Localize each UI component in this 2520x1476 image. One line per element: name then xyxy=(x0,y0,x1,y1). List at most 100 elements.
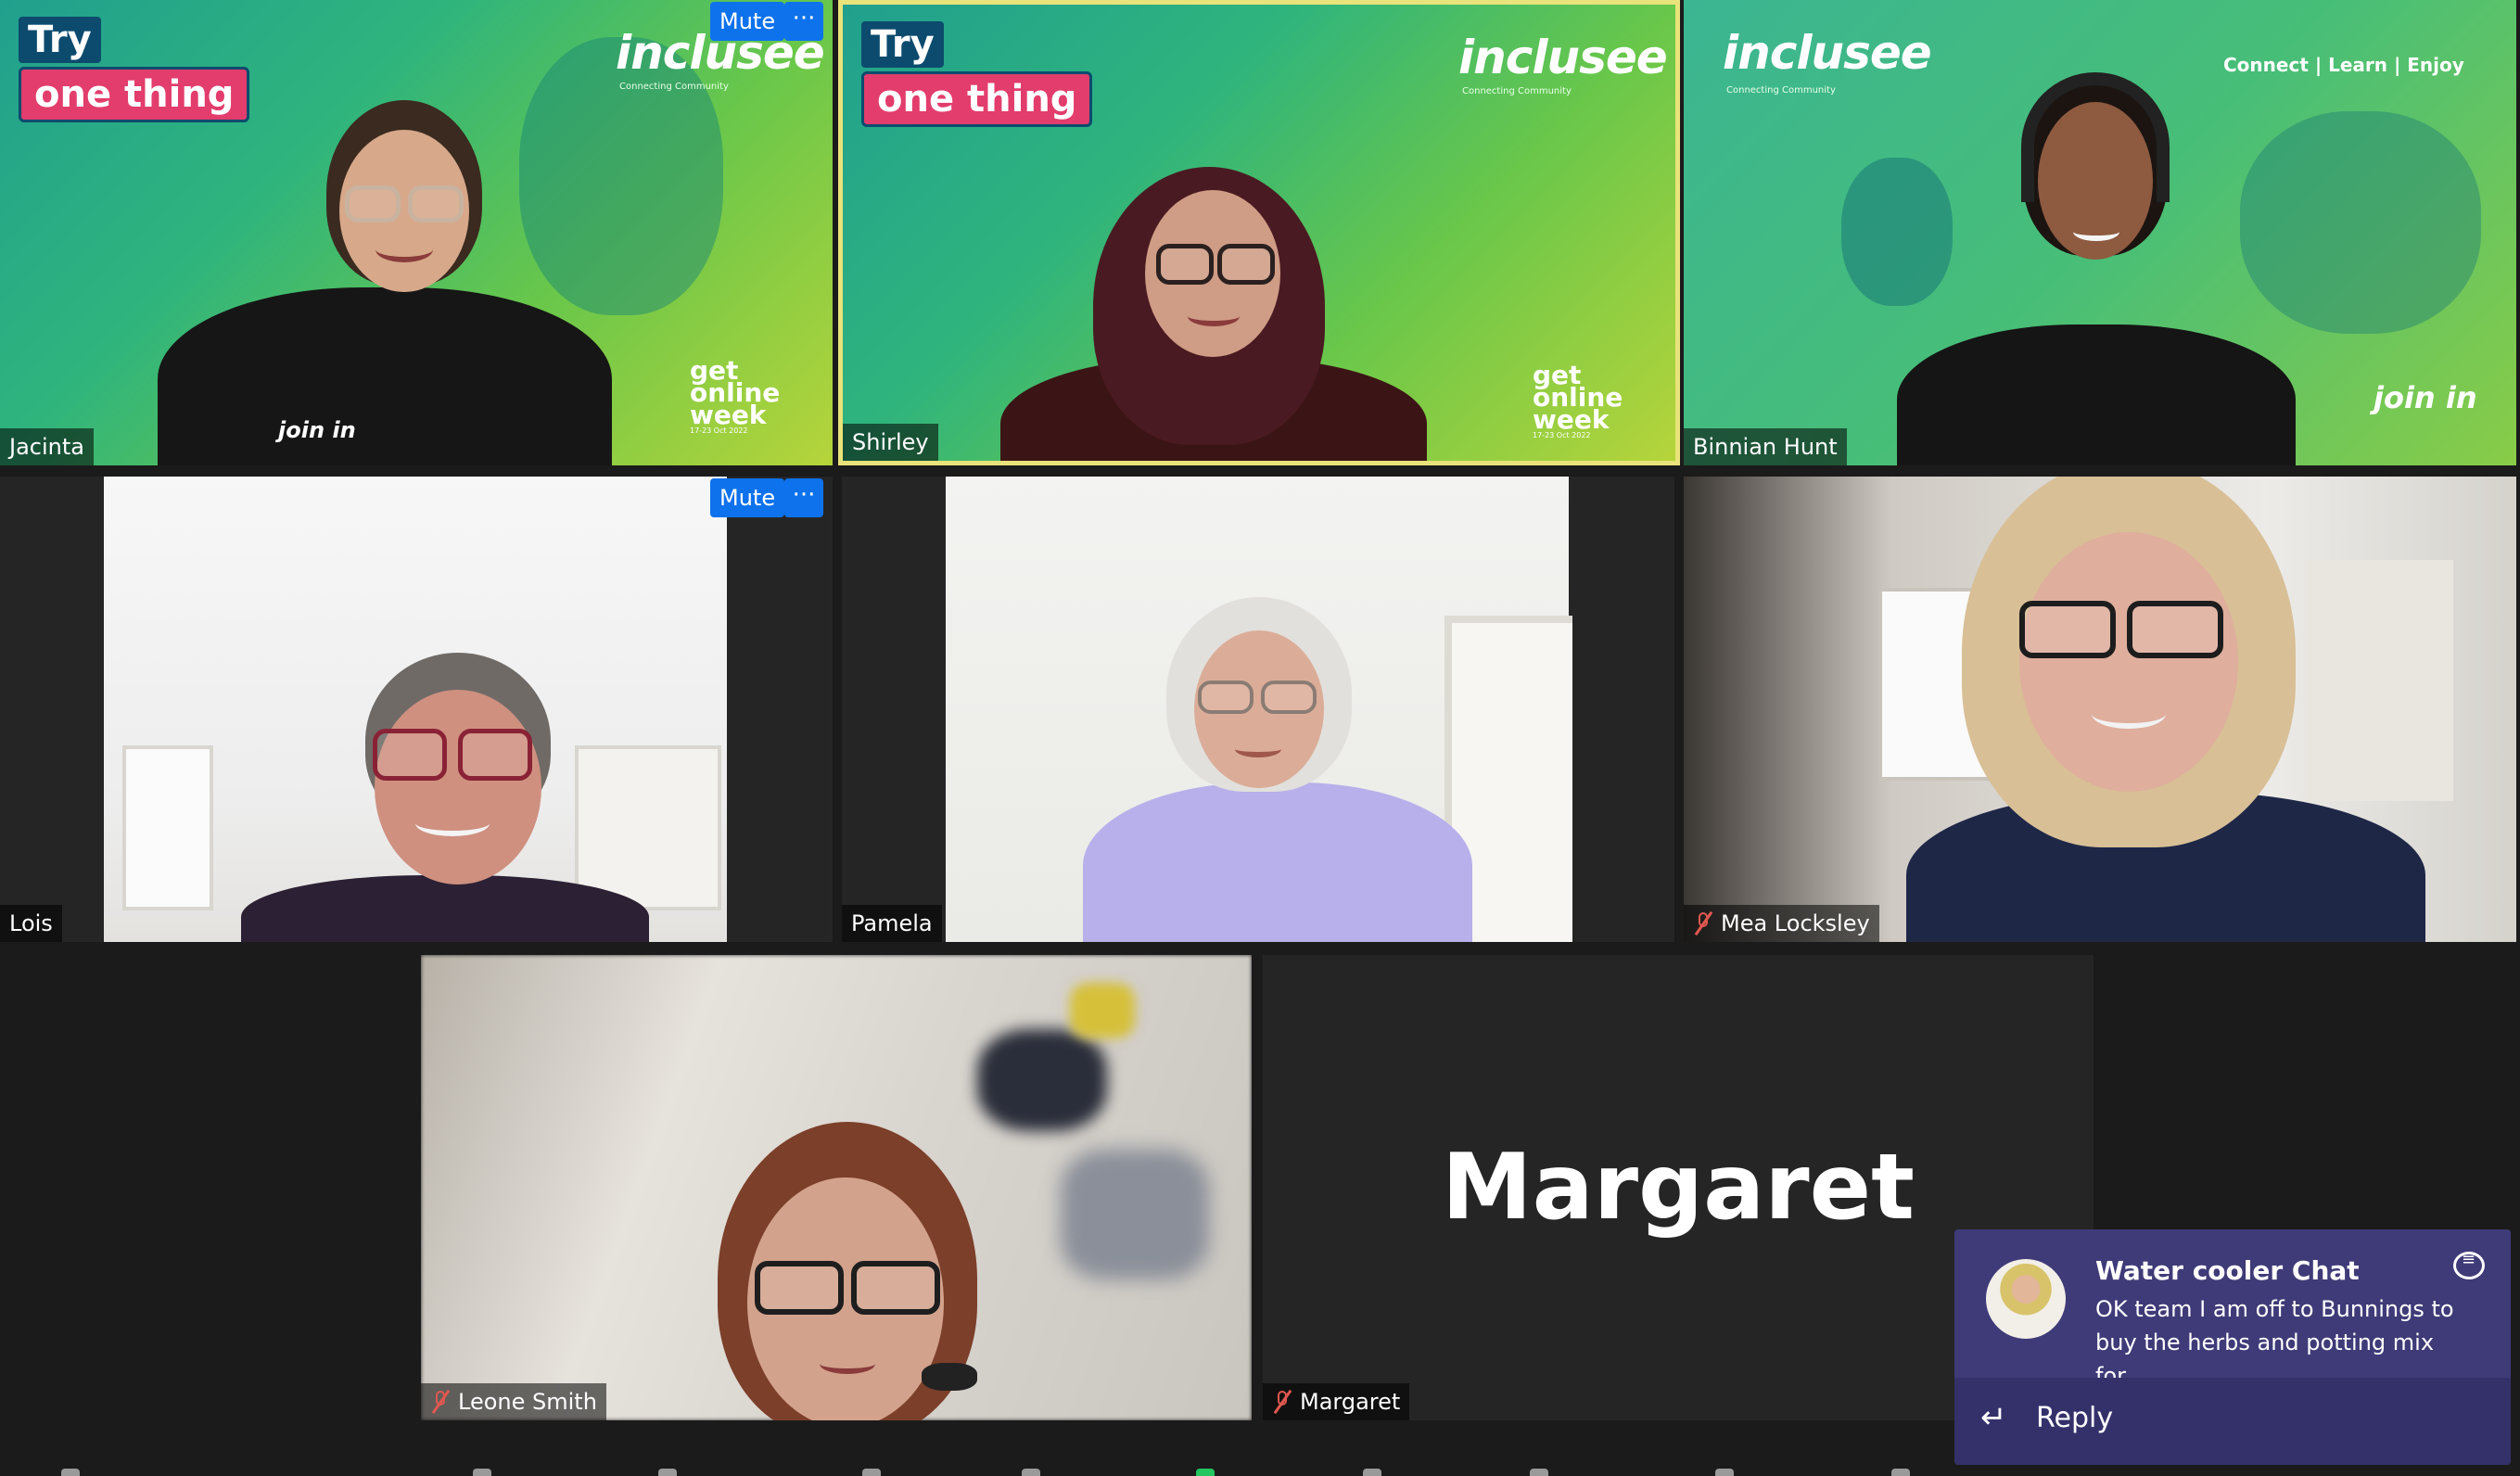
try-text: Try xyxy=(861,21,944,68)
glasses xyxy=(2019,601,2116,658)
person-body xyxy=(241,875,649,942)
headset-mic-icon xyxy=(922,1363,977,1391)
try-one-thing-badge: Try one thing xyxy=(19,17,250,122)
video-tile-pamela[interactable]: Pamela xyxy=(842,477,1674,942)
glasses xyxy=(755,1261,844,1315)
share-screen-icon[interactable] xyxy=(1187,1465,1224,1476)
person-body xyxy=(1083,783,1472,942)
mic-muted-icon xyxy=(1272,1390,1292,1414)
get-online-week-logo: get online week 17-23 Oct 2022 xyxy=(1533,363,1653,440)
shirt-logo: join in xyxy=(278,417,356,443)
video-tile-jacinta[interactable]: Try one thing inclusee Connecting Commun… xyxy=(0,0,833,465)
apps-icon[interactable] xyxy=(1706,1465,1743,1476)
participant-name-label: Binnian Hunt xyxy=(1684,428,1847,465)
glasses xyxy=(851,1261,940,1315)
chat-notification-body[interactable]: Water cooler Chat OK team I am off to Bu… xyxy=(1954,1229,2511,1389)
smile xyxy=(1235,741,1281,757)
participant-name: Leone Smith xyxy=(458,1389,597,1415)
mic-muted-icon xyxy=(430,1390,451,1414)
participant-name-label: Margaret xyxy=(1263,1383,1410,1420)
glasses xyxy=(1198,681,1254,714)
smile xyxy=(1188,306,1240,326)
mute-button[interactable]: Mute xyxy=(710,478,785,517)
smile xyxy=(375,236,433,262)
person-face xyxy=(375,690,541,884)
blurred-object xyxy=(1061,1150,1209,1279)
glasses xyxy=(1261,681,1317,714)
get-online-week-logo: get online week 17-23 Oct 2022 xyxy=(690,358,810,436)
participant-name: Binnian Hunt xyxy=(1693,434,1838,460)
reply-button[interactable]: ↵ Reply xyxy=(1954,1378,2511,1465)
try-one-thing-badge: Try one thing xyxy=(861,21,1093,127)
background-shape xyxy=(2240,111,2481,334)
participant-name: Pamela xyxy=(851,910,933,936)
participant-name: Shirley xyxy=(852,429,929,455)
glasses xyxy=(458,729,532,781)
more-options-button[interactable]: ··· xyxy=(784,478,823,517)
window xyxy=(122,745,213,910)
glasses xyxy=(1156,244,1214,285)
window xyxy=(575,745,721,910)
more-options-button[interactable]: ··· xyxy=(784,2,823,41)
video-tile-lois[interactable]: Lois Mute ··· xyxy=(0,477,833,942)
inclusee-logo: inclusee xyxy=(1458,31,1668,84)
meeting-toolbar xyxy=(0,1465,2520,1476)
glasses xyxy=(345,185,401,223)
inclusee-tagline: Connecting Community xyxy=(1726,85,1836,95)
blurred-object xyxy=(977,1029,1107,1131)
blurred-object xyxy=(1070,983,1135,1038)
reply-arrow-icon: ↵ xyxy=(1980,1399,2007,1436)
participant-name-label: Lois xyxy=(0,905,62,942)
participant-name-label: Pamela xyxy=(842,905,942,942)
one-thing-text: one thing xyxy=(19,67,250,122)
participant-name: Mea Locksley xyxy=(1721,910,1870,936)
person-body xyxy=(158,287,612,465)
participant-name-label: Mea Locksley xyxy=(1684,905,1879,942)
connect-learn-enjoy-tagline: Connect | Learn | Enjoy xyxy=(2223,54,2464,76)
inclusee-tagline: Connecting Community xyxy=(619,82,729,92)
background-shape xyxy=(1841,158,1953,306)
camera-icon[interactable] xyxy=(464,1465,501,1476)
participant-name-label: Shirley xyxy=(843,424,938,461)
glasses xyxy=(408,185,464,223)
chat-icon[interactable] xyxy=(2453,1250,2485,1279)
microphone-icon[interactable] xyxy=(52,1465,89,1476)
participant-name-label: Leone Smith xyxy=(421,1383,606,1420)
video-tile-mea-locksley[interactable]: Mea Locksley xyxy=(1684,477,2516,942)
participant-name: Jacinta xyxy=(9,434,84,460)
whiteboard-icon[interactable] xyxy=(1882,1465,1919,1476)
glasses xyxy=(2127,601,2223,658)
mute-button[interactable]: Mute xyxy=(710,2,785,41)
chat-name: Water cooler Chat xyxy=(2095,1255,2360,1286)
avatar xyxy=(1986,1259,2066,1339)
try-text: Try xyxy=(19,17,101,63)
inclusee-tagline: Connecting Community xyxy=(1462,86,1572,96)
get-online-week-text: get online week xyxy=(690,355,781,430)
record-icon[interactable] xyxy=(1354,1465,1391,1476)
person-body xyxy=(1897,324,2296,465)
video-tile-leone-smith[interactable]: Leone Smith xyxy=(421,955,1252,1420)
participant-name-label: Jacinta xyxy=(0,428,94,465)
person-face xyxy=(2019,532,2238,792)
smile xyxy=(2092,699,2166,729)
video-tile-shirley[interactable]: Try one thing inclusee Connecting Commun… xyxy=(838,0,1680,465)
participant-name: Lois xyxy=(9,910,53,936)
glasses xyxy=(1217,244,1275,285)
chat-icon[interactable] xyxy=(1012,1465,1050,1476)
participants-icon[interactable] xyxy=(853,1465,890,1476)
curtain xyxy=(2305,560,2453,801)
background-join-in-text: join in xyxy=(2374,380,2477,415)
reply-label: Reply xyxy=(2036,1402,2114,1434)
inclusee-logo: inclusee xyxy=(1723,26,1932,80)
reactions-icon[interactable] xyxy=(1521,1465,1558,1476)
video-tile-binnian-hunt[interactable]: inclusee Connecting Community Connect | … xyxy=(1684,0,2516,465)
participant-name: Margaret xyxy=(1300,1389,1401,1415)
smile xyxy=(820,1354,875,1374)
get-online-week-text: get online week xyxy=(1533,360,1623,435)
mic-muted-icon xyxy=(1693,911,1713,935)
security-icon[interactable] xyxy=(649,1465,686,1476)
one-thing-text: one thing xyxy=(861,71,1093,127)
glasses xyxy=(373,729,447,781)
chat-notification-toast[interactable]: Water cooler Chat OK team I am off to Bu… xyxy=(1954,1229,2511,1465)
smile xyxy=(2073,223,2119,241)
